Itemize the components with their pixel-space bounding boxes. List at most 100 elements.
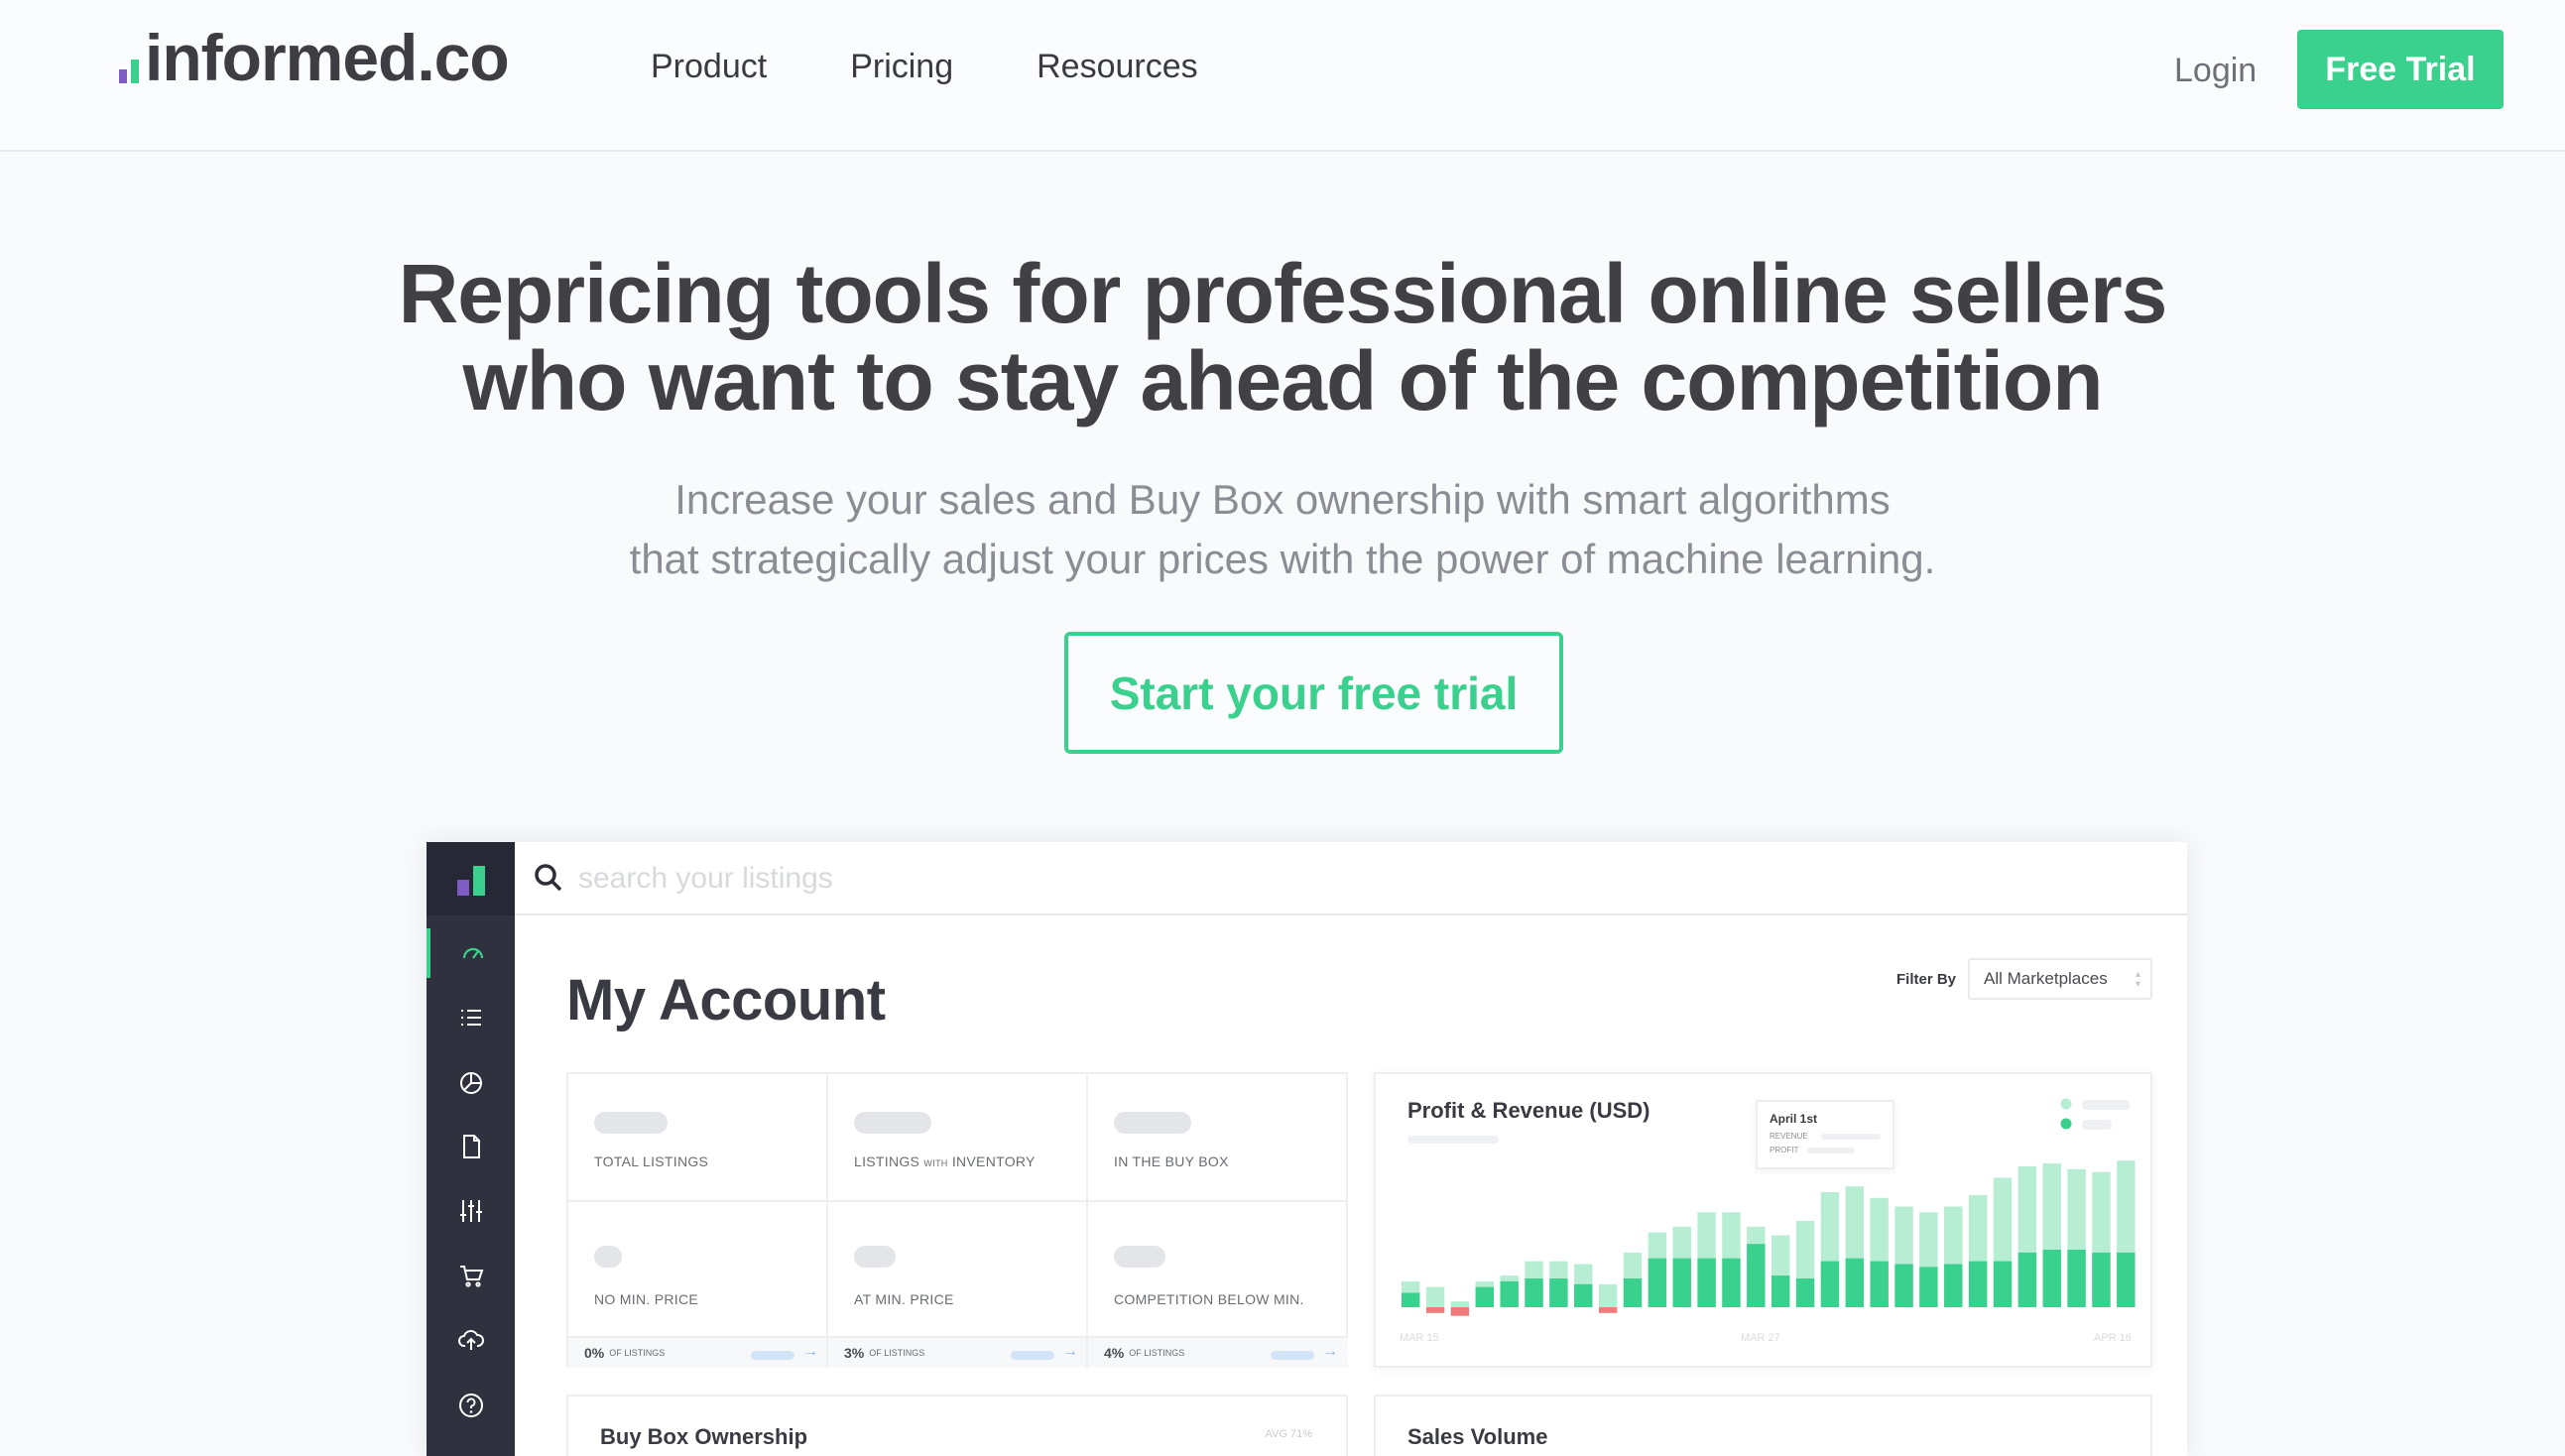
profit-bar — [1944, 1264, 1963, 1307]
search-input[interactable] — [578, 856, 1669, 902]
profit-bar — [1894, 1264, 1913, 1307]
stat-competition-below-min[interactable]: COMPETITION BELOW MIN. — [1088, 1202, 1348, 1336]
footer-label: OF LISTINGS — [1129, 1348, 1185, 1358]
app-logo-icon — [427, 842, 515, 915]
profit-bar — [2067, 1250, 2086, 1307]
profit-bar — [1795, 1278, 1815, 1307]
profit-bar — [1574, 1283, 1593, 1307]
profit-bar — [1475, 1286, 1495, 1307]
list-icon[interactable] — [427, 993, 515, 1042]
profit-bar — [2017, 1252, 2037, 1307]
stats-grid: TOTAL LISTINGS LISTINGS WITH INVENTORY I… — [566, 1072, 1348, 1368]
profit-bar — [1425, 1307, 1445, 1313]
card-title: Sales Volume — [1407, 1424, 1548, 1449]
pie-chart-icon[interactable] — [427, 1057, 515, 1107]
document-icon[interactable] — [427, 1122, 515, 1171]
dashboard-icon[interactable] — [427, 928, 515, 978]
search-icon — [535, 864, 562, 892]
x-axis-label: MAR 15 — [1400, 1332, 1439, 1344]
x-axis-label: MAR 27 — [1741, 1332, 1780, 1344]
tooltip-date: April 1st — [1770, 1112, 1818, 1126]
profit-bar — [1993, 1261, 2013, 1307]
x-axis-label: APR 16 — [2094, 1332, 2132, 1344]
average-label: AVG 71% — [1265, 1428, 1313, 1440]
stat-label: IN THE BUY BOX — [1114, 1153, 1229, 1169]
marketplace-filter-select[interactable]: All Marketplaces ▴ ▾ — [1968, 958, 2152, 1000]
profit-bar — [1549, 1278, 1568, 1307]
hero-title-line-2: who want to stay ahead of the competitio… — [462, 334, 2103, 427]
nav-resources[interactable]: Resources — [1037, 48, 1198, 86]
profit-bar — [1697, 1258, 1716, 1307]
hero-subtitle: Increase your sales and Buy Box ownershi… — [0, 470, 2565, 589]
stat-value-placeholder — [1114, 1112, 1191, 1134]
tooltip-value-placeholder — [1821, 1134, 1881, 1140]
profit-bar — [2092, 1252, 2111, 1307]
profit-bar — [1648, 1258, 1667, 1307]
footer-bar — [1271, 1351, 1314, 1360]
profit-bar — [2117, 1252, 2136, 1307]
filter-label: Filter By — [1896, 971, 1957, 988]
footer-bar — [751, 1351, 794, 1360]
card-title: Buy Box Ownership — [600, 1424, 808, 1449]
nav-links: Product Pricing Resources — [651, 48, 1198, 86]
tooltip-revenue: REVENUE — [1770, 1132, 1808, 1141]
stat-label: COMPETITION BELOW MIN. — [1114, 1291, 1304, 1307]
help-icon[interactable] — [427, 1381, 515, 1430]
sales-volume-card[interactable]: Sales Volume — [1374, 1395, 2152, 1456]
footer-label: OF LISTINGS — [609, 1348, 666, 1358]
stat-listings-with-inventory[interactable]: LISTINGS WITH INVENTORY — [828, 1074, 1088, 1202]
profit-revenue-card[interactable]: Profit & Revenue (USD) April 1st REVENUE… — [1374, 1072, 2152, 1368]
logo-text: informed.co — [145, 21, 510, 94]
buy-box-ownership-card[interactable]: Buy Box Ownership AVG 71% — [566, 1395, 1348, 1456]
footer-bar — [1011, 1351, 1054, 1360]
nav-pricing[interactable]: Pricing — [850, 48, 953, 86]
footer-label: OF LISTINGS — [869, 1348, 925, 1358]
tooltip-profit: PROFIT — [1770, 1146, 1799, 1154]
stat-total-listings[interactable]: TOTAL LISTINGS — [568, 1074, 828, 1202]
stat-value-placeholder — [1114, 1246, 1165, 1268]
profit-bar — [1623, 1278, 1643, 1307]
logo[interactable]: informed.co — [119, 21, 510, 94]
login-link[interactable]: Login — [2174, 52, 2257, 90]
profit-bar — [1500, 1280, 1519, 1307]
filter-value: All Marketplaces — [1984, 969, 2108, 988]
sliders-icon[interactable] — [427, 1186, 515, 1236]
nav-product[interactable]: Product — [651, 48, 767, 86]
profit-bar — [1525, 1278, 1543, 1307]
profit-bar — [2042, 1250, 2061, 1307]
profit-bar — [1672, 1258, 1691, 1307]
stat-footer-at-min[interactable]: 3% OF LISTINGS → — [828, 1336, 1088, 1368]
stat-footer-no-min[interactable]: 0% OF LISTINGS → — [568, 1336, 828, 1368]
profit-bar — [1919, 1267, 1938, 1307]
revenue-bar — [1425, 1286, 1445, 1307]
arrow-right-icon: → — [802, 1343, 818, 1360]
stat-label: NO MIN. PRICE — [594, 1291, 699, 1307]
profit-bar — [1771, 1275, 1790, 1307]
profit-bar — [1968, 1261, 1988, 1307]
stat-at-min-price[interactable]: AT MIN. PRICE — [828, 1202, 1088, 1336]
start-free-trial-button[interactable]: Start your free trial — [1064, 632, 1563, 754]
profit-bar — [1747, 1244, 1766, 1307]
stat-footer-competition[interactable]: 4% OF LISTINGS → — [1088, 1336, 1348, 1368]
stat-label: AT MIN. PRICE — [854, 1291, 954, 1307]
cloud-upload-icon[interactable] — [427, 1315, 515, 1365]
revenue-bar — [1598, 1283, 1618, 1307]
chart-tooltip: April 1st REVENUE PROFIT — [1756, 1100, 1894, 1169]
arrow-right-icon: → — [1062, 1343, 1078, 1360]
app-sidebar — [427, 842, 515, 1456]
profit-bar — [1450, 1307, 1470, 1316]
footer-percent: 0% — [584, 1345, 605, 1361]
stat-value-placeholder — [854, 1246, 896, 1268]
tooltip-value-placeholder — [1807, 1148, 1855, 1153]
cart-icon[interactable] — [427, 1251, 515, 1300]
hero-title-line-1: Repricing tools for professional online … — [398, 247, 2168, 340]
profit-bar — [1820, 1261, 1840, 1307]
free-trial-button[interactable]: Free Trial — [2297, 30, 2504, 109]
select-arrows-icon: ▴ ▾ — [2135, 969, 2140, 990]
stat-no-min-price[interactable]: NO MIN. PRICE — [568, 1202, 828, 1336]
stat-value-placeholder — [854, 1112, 931, 1134]
page-title: My Account — [566, 968, 886, 1032]
logo-bars-icon — [119, 60, 139, 83]
stat-in-buy-box[interactable]: IN THE BUY BOX — [1088, 1074, 1348, 1202]
stat-label: TOTAL LISTINGS — [594, 1153, 709, 1169]
